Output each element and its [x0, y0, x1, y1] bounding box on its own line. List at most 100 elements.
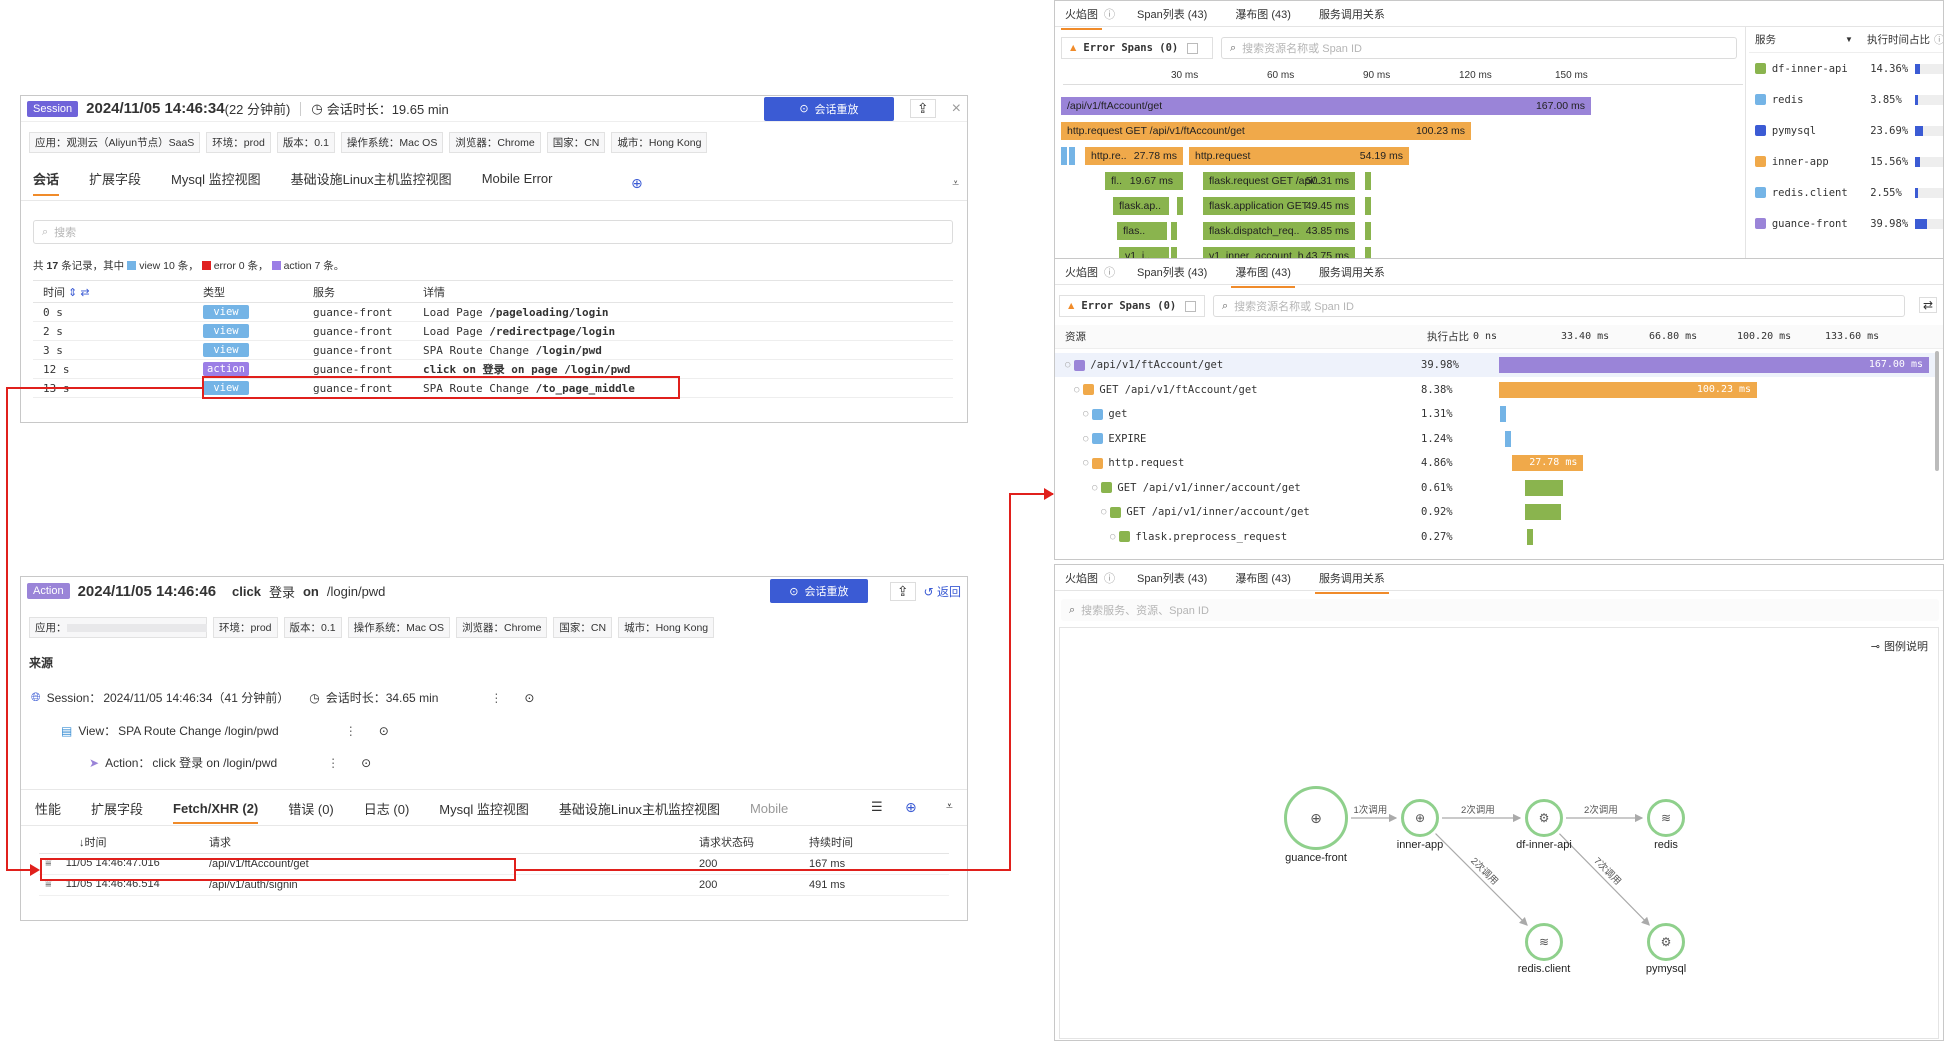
span-bar[interactable]: 100.23 ms: [1499, 381, 1758, 398]
table-row[interactable]: 2 s view guance-front Load Page /redirec…: [33, 322, 953, 341]
action-replay-button[interactable]: ⊙ 会话重放: [769, 579, 868, 603]
col-time[interactable]: ↓时间: [39, 831, 209, 853]
waterfall-row[interactable]: ○ EXPIRE 1.24%: [1055, 427, 1935, 451]
tab-session-2[interactable]: Mysql 监控视图: [171, 169, 261, 188]
service-row[interactable]: redis.client 2.55%: [1749, 177, 1943, 208]
tab-session-3[interactable]: 基础设施Linux主机监控视图: [291, 169, 452, 188]
tab-1[interactable]: Span列表 (43): [1137, 6, 1207, 22]
collapse-icon[interactable]: ⩡: [946, 799, 953, 814]
flame-search-input[interactable]: ⌕ 搜索资源名称或 Span ID: [1221, 37, 1737, 59]
table-row[interactable]: 3 s view guance-front SPA Route Change /…: [33, 341, 953, 360]
flame-bar[interactable]: [1365, 172, 1371, 190]
tab-action-0[interactable]: 性能: [35, 799, 61, 818]
share-icon[interactable]: ⇪: [909, 99, 936, 118]
collapse-toggle[interactable]: ○: [1074, 385, 1079, 395]
span-bar[interactable]: [1527, 528, 1534, 545]
tab-action-7[interactable]: Mobile: [750, 801, 788, 816]
chevron-down-icon[interactable]: ▼: [1845, 35, 1867, 44]
service-node[interactable]: ⊕: [1401, 799, 1439, 837]
waterfall-row[interactable]: ○ GET /api/v1/inner/account/get 0.61%: [1055, 476, 1935, 500]
tab-action-3[interactable]: 错误 (0): [288, 799, 334, 818]
tab-session-1[interactable]: 扩展字段: [89, 169, 141, 188]
waterfall-row[interactable]: ○ http.request 4.86% 27.78 ms: [1055, 451, 1935, 475]
flame-bar[interactable]: http.re.. 27.78 ms: [1085, 147, 1183, 165]
flame-bar[interactable]: http.request GET /api/v1/ftAccount/get 10…: [1061, 122, 1471, 140]
session-replay-button[interactable]: ⊙ 会话重放: [763, 96, 894, 121]
collapse-icon[interactable]: ⩡: [952, 176, 959, 191]
waterfall-search-input[interactable]: ⌕ 搜索资源名称或 Span ID: [1213, 295, 1905, 317]
collapse-toggle[interactable]: ○: [1065, 360, 1070, 370]
tab-1[interactable]: Span列表 (43): [1137, 570, 1207, 586]
span-bar[interactable]: [1505, 430, 1512, 447]
waterfall-row[interactable]: ○ /api/v1/ftAccount/get 39.98% 167.00 ms: [1055, 353, 1935, 377]
more-icon[interactable]: ⋮: [490, 691, 502, 705]
waterfall-row[interactable]: ○ GET /api/v1/inner/account/get 0.92%: [1055, 500, 1935, 524]
tab-0[interactable]: 火焰图: [1061, 6, 1102, 30]
collapse-toggle[interactable]: ○: [1083, 434, 1088, 444]
back-button[interactable]: ↺ 返回: [924, 583, 961, 600]
flame-bar[interactable]: [1365, 197, 1371, 215]
collapse-toggle[interactable]: ○: [1110, 532, 1115, 542]
share-icon[interactable]: ⇪: [889, 581, 916, 601]
service-row[interactable]: inner-app 15.56%: [1749, 146, 1943, 177]
more-icon[interactable]: ⋮: [345, 724, 357, 738]
graph-search-input[interactable]: ⌕ 搜索服务、资源、Span ID: [1061, 599, 1939, 621]
service-row[interactable]: redis 3.85%: [1749, 84, 1943, 115]
span-bar[interactable]: [1524, 479, 1564, 496]
plus-circle-icon[interactable]: ⊕: [905, 799, 917, 816]
plus-circle-icon[interactable]: ⊕: [631, 175, 643, 192]
flame-bar[interactable]: [1171, 222, 1177, 240]
collapse-toggle[interactable]: ○: [1083, 409, 1088, 419]
tab-0[interactable]: 火焰图: [1065, 264, 1098, 280]
tab-2[interactable]: 瀑布图 (43): [1235, 6, 1291, 22]
more-icon[interactable]: ⋮: [327, 756, 339, 770]
tab-3[interactable]: 服务调用关系: [1319, 6, 1385, 22]
tab-action-4[interactable]: 日志 (0): [364, 799, 410, 818]
service-node[interactable]: ⚙: [1525, 799, 1563, 837]
span-bar[interactable]: 167.00 ms: [1499, 357, 1929, 373]
flame-bar[interactable]: [1365, 222, 1371, 240]
close-icon[interactable]: ×: [952, 100, 961, 118]
collapse-toggle[interactable]: ○: [1083, 458, 1088, 468]
col-time[interactable]: 时间 ⇕ ⇄: [33, 281, 203, 303]
table-row[interactable]: 0 s view guance-front Load Page /pageloa…: [33, 303, 953, 322]
tab-action-2[interactable]: Fetch/XHR (2): [173, 801, 259, 824]
flame-bar[interactable]: flask.dispatch_req.. 43.85 ms: [1203, 222, 1355, 240]
settings-icon[interactable]: ⇄: [1919, 297, 1938, 313]
tab-0[interactable]: 火焰图: [1065, 570, 1098, 586]
service-node[interactable]: ⊕: [1284, 786, 1348, 850]
play-circle-icon[interactable]: ⊙: [379, 724, 389, 738]
waterfall-row[interactable]: ○ flask.preprocess_request 0.27%: [1055, 525, 1935, 549]
service-node[interactable]: ≋: [1525, 923, 1563, 961]
flame-bar[interactable]: [1069, 147, 1075, 165]
tab-3[interactable]: 服务调用关系: [1319, 264, 1385, 280]
flame-bar[interactable]: flas..: [1117, 222, 1167, 240]
tab-action-1[interactable]: 扩展字段: [91, 799, 143, 818]
span-bar[interactable]: [1500, 406, 1507, 422]
tab-session-4[interactable]: Mobile Error: [482, 171, 553, 186]
service-row[interactable]: guance-front 39.98%: [1749, 208, 1943, 239]
scrollbar[interactable]: [1935, 351, 1939, 471]
collapse-toggle[interactable]: ○: [1092, 483, 1097, 493]
span-bar[interactable]: 27.78 ms: [1511, 455, 1584, 471]
tab-action-5[interactable]: Mysql 监控视图: [439, 799, 529, 818]
session-search-input[interactable]: ⌕ 搜索: [33, 220, 953, 244]
service-node[interactable]: ≋: [1647, 799, 1685, 837]
flame-bar[interactable]: flask.application GET .. 49.45 ms: [1203, 197, 1355, 215]
tab-session-0[interactable]: 会话: [33, 169, 60, 196]
span-bar[interactable]: [1524, 504, 1561, 520]
error-spans-filter[interactable]: ▲ Error Spans (0): [1059, 295, 1205, 317]
flame-bar[interactable]: /api/v1/ftAccount/get 167.00 ms: [1061, 97, 1591, 115]
waterfall-row[interactable]: ○ get 1.31%: [1055, 402, 1935, 426]
flame-bar[interactable]: flask.ap..: [1113, 197, 1169, 215]
flame-bar[interactable]: [1177, 197, 1183, 215]
service-row[interactable]: df-inner-api 14.36%: [1749, 53, 1943, 84]
tab-2[interactable]: 瀑布图 (43): [1235, 570, 1291, 586]
flame-bar[interactable]: fl.. 19.67 ms: [1105, 172, 1179, 190]
service-row[interactable]: pymysql 23.69%: [1749, 115, 1943, 146]
play-circle-icon[interactable]: ⊙: [524, 691, 534, 705]
collapse-toggle[interactable]: ○: [1101, 507, 1106, 517]
list-icon[interactable]: ☰: [871, 799, 883, 815]
play-circle-icon[interactable]: ⊙: [361, 756, 371, 770]
flame-bar[interactable]: [1177, 172, 1183, 190]
